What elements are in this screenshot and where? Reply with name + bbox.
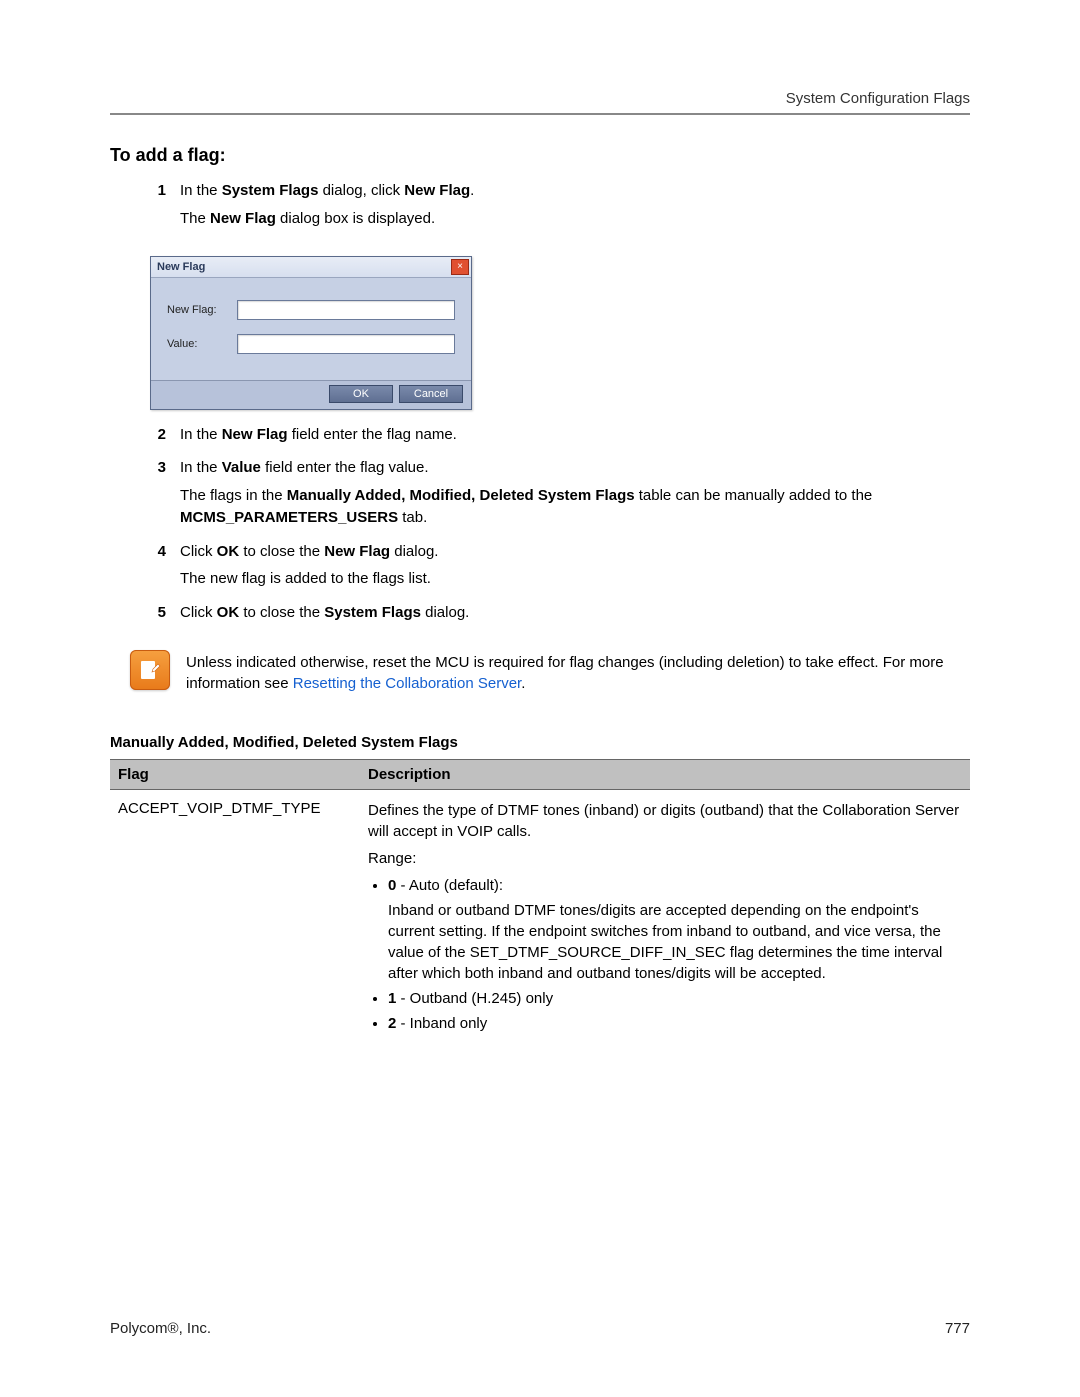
footer-left: Polycom®, Inc.	[110, 1320, 211, 1337]
text-bold: System Flags	[324, 604, 421, 621]
text: Click	[180, 543, 217, 560]
text-bold: System Flags	[222, 182, 319, 199]
text: Defines the type of DTMF tones (inband) …	[368, 800, 962, 842]
step-body: In the New Flag field enter the flag nam…	[180, 424, 970, 452]
step-2: 2 In the New Flag field enter the flag n…	[140, 424, 970, 452]
step-3: 3 In the Value field enter the flag valu…	[140, 457, 970, 534]
text: dialog.	[390, 543, 438, 560]
text: dialog box is displayed.	[276, 210, 435, 227]
step-5: 5 Click OK to close the System Flags dia…	[140, 602, 970, 630]
text: dialog.	[421, 604, 469, 621]
steps-list: 1 In the System Flags dialog, click New …	[140, 180, 970, 236]
step-number: 3	[140, 457, 180, 534]
text: tab.	[398, 509, 427, 526]
note-text: Unless indicated otherwise, reset the MC…	[186, 650, 970, 694]
text-bold: OK	[217, 604, 240, 621]
text: to close the	[239, 604, 324, 621]
step-body: In the System Flags dialog, click New Fl…	[180, 180, 970, 236]
step-body: Click OK to close the System Flags dialo…	[180, 602, 970, 630]
text-bold: New Flag	[324, 543, 390, 560]
footer-right: 777	[945, 1320, 970, 1337]
flags-table: Flag Description ACCEPT_VOIP_DTMF_TYPE D…	[110, 759, 970, 1046]
text-bold: New Flag	[404, 182, 470, 199]
step-number: 5	[140, 602, 180, 630]
row-new-flag: New Flag:	[167, 300, 455, 320]
col-flag-header: Flag	[110, 759, 360, 789]
list-item: 0 - Auto (default): Inband or outband DT…	[388, 875, 962, 984]
input-value[interactable]	[237, 334, 455, 354]
ok-button[interactable]: OK	[329, 385, 393, 403]
note-block: Unless indicated otherwise, reset the MC…	[130, 650, 970, 694]
dialog-buttons: OK Cancel	[151, 380, 471, 409]
input-new-flag[interactable]	[237, 300, 455, 320]
step-4: 4 Click OK to close the New Flag dialog.…	[140, 541, 970, 597]
text-bold: OK	[217, 543, 240, 560]
dialog-title: New Flag	[157, 261, 451, 273]
list-item: 2 - Inband only	[388, 1013, 962, 1034]
step-number: 1	[140, 180, 180, 236]
pencil-note-icon	[138, 658, 162, 682]
text: The	[180, 210, 210, 227]
text: - Auto (default):	[396, 877, 503, 894]
close-button[interactable]: ×	[451, 259, 469, 275]
table-row: ACCEPT_VOIP_DTMF_TYPE Defines the type o…	[110, 789, 970, 1046]
text: Click	[180, 604, 217, 621]
page-footer: Polycom®, Inc. 777	[110, 1320, 970, 1337]
col-desc-header: Description	[360, 759, 970, 789]
step-number: 2	[140, 424, 180, 452]
table-header-row: Flag Description	[110, 759, 970, 789]
note-icon	[130, 650, 170, 690]
document-page: System Configuration Flags To add a flag…	[0, 0, 1080, 1397]
text: to close the	[239, 543, 324, 560]
label-new-flag: New Flag:	[167, 304, 237, 316]
text: - Outband (H.245) only	[396, 990, 553, 1007]
text-bold: Value	[222, 459, 261, 476]
text: field enter the flag value.	[261, 459, 429, 476]
text: The new flag is added to the flags list.	[180, 568, 970, 590]
header-rule	[110, 113, 970, 115]
text: Inband or outband DTMF tones/digits are …	[388, 900, 962, 984]
label-value: Value:	[167, 338, 237, 350]
cancel-button[interactable]: Cancel	[399, 385, 463, 403]
text: In the	[180, 459, 222, 476]
note-link[interactable]: Resetting the Collaboration Server	[293, 675, 521, 692]
text: table can be manually added to the	[635, 487, 873, 504]
text-bold: MCMS_PARAMETERS_USERS	[180, 509, 398, 526]
dialog-screenshot: New Flag × New Flag: Value: OK Cancel	[150, 256, 970, 410]
step-1: 1 In the System Flags dialog, click New …	[140, 180, 970, 236]
row-value: Value:	[167, 334, 455, 354]
range-list: 0 - Auto (default): Inband or outband DT…	[368, 875, 962, 1034]
new-flag-dialog: New Flag × New Flag: Value: OK Cancel	[150, 256, 472, 410]
running-header: System Configuration Flags	[110, 90, 970, 107]
text: The flags in the	[180, 487, 287, 504]
text: - Inband only	[396, 1015, 487, 1032]
step-number: 4	[140, 541, 180, 597]
text: In the	[180, 182, 222, 199]
text-bold: New Flag	[210, 210, 276, 227]
table-title: Manually Added, Modified, Deleted System…	[110, 734, 970, 751]
steps-list-cont: 2 In the New Flag field enter the flag n…	[140, 424, 970, 630]
list-item: 1 - Outband (H.245) only	[388, 988, 962, 1009]
dialog-body: New Flag: Value:	[151, 278, 471, 380]
step-body: Click OK to close the New Flag dialog. T…	[180, 541, 970, 597]
text: dialog, click	[318, 182, 404, 199]
step-body: In the Value field enter the flag value.…	[180, 457, 970, 534]
cell-flag: ACCEPT_VOIP_DTMF_TYPE	[110, 789, 360, 1046]
section-title: To add a flag:	[110, 145, 970, 166]
text: In the	[180, 426, 222, 443]
text: .	[521, 675, 525, 692]
text-bold: Manually Added, Modified, Deleted System…	[287, 487, 635, 504]
text: field enter the flag name.	[288, 426, 457, 443]
cell-description: Defines the type of DTMF tones (inband) …	[360, 789, 970, 1046]
text: Range:	[368, 848, 962, 869]
text-bold: New Flag	[222, 426, 288, 443]
text: .	[470, 182, 474, 199]
dialog-titlebar: New Flag ×	[151, 257, 471, 278]
